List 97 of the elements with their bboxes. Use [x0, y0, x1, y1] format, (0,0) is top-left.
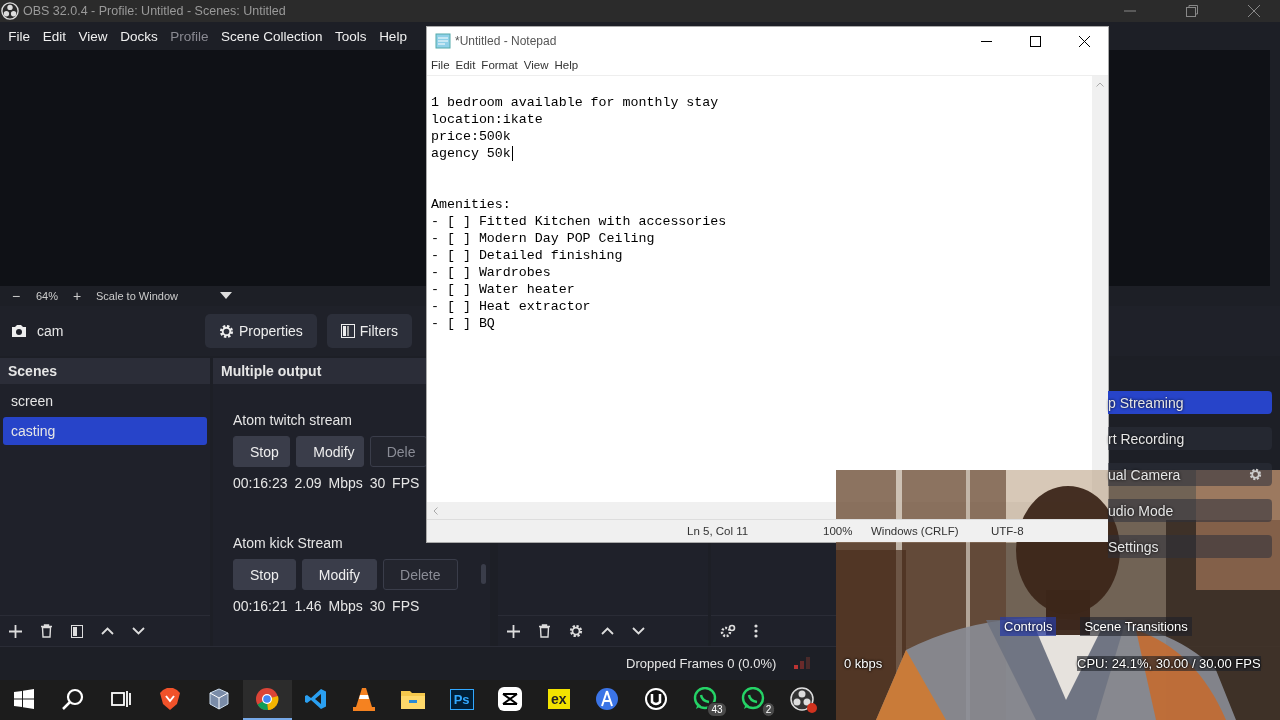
control-button[interactable]: rt Recording — [1108, 427, 1272, 450]
zoom-in-button[interactable]: + — [70, 288, 85, 304]
text-line: price:500k — [431, 128, 511, 145]
notepad-icon — [435, 33, 451, 49]
scrollbar[interactable] — [1092, 76, 1108, 502]
menu-item[interactable]: Docks — [113, 28, 164, 44]
text-line: - [ ] BQ — [431, 315, 495, 332]
output-stats: 00:16:23 2.09 Mbps 30 FPS — [233, 475, 421, 491]
taskbar-app[interactable]: ex — [534, 680, 584, 720]
taskbar-app[interactable]: 2 — [728, 680, 778, 720]
text-line: 1 bedroom available for monthly stay — [431, 94, 719, 111]
window-title: OBS 32.0.4 - Profile: Untitled - Scenes: Untitled — [23, 4, 286, 18]
scrollbar[interactable] — [481, 564, 486, 584]
menu-item[interactable]: Edit — [36, 28, 73, 44]
zoom-level: 64% — [36, 290, 59, 302]
task-view-icon — [111, 690, 132, 708]
menu-item[interactable]: Tools — [328, 28, 373, 44]
bitrate: 0 kbps — [844, 655, 884, 671]
filters-button[interactable]: Filters — [326, 314, 412, 348]
code-editor-icon — [304, 688, 327, 710]
text-line: - [ ] Water heater — [431, 281, 575, 298]
menu-item[interactable]: View — [72, 28, 114, 44]
window-title: *Untitled - Notepad — [455, 34, 557, 48]
menu-item[interactable]: Help — [554, 59, 579, 71]
menu-item[interactable]: File — [2, 28, 37, 44]
text-line: - [ ] Wardrobes — [431, 264, 551, 281]
app-icon: Ps — [449, 688, 474, 710]
trash-icon[interactable] — [538, 624, 551, 638]
shield-icon — [160, 688, 181, 710]
dock-tab[interactable]: Controls — [1000, 617, 1057, 636]
dropped-frames: Dropped Frames 0 (0.0%) — [626, 655, 786, 671]
control-button[interactable]: p Streaming — [1108, 391, 1272, 414]
text-line: - [ ] Modern Day POP Ceiling — [431, 230, 655, 247]
chat-icon — [741, 687, 766, 711]
properties-button[interactable]: Properties — [205, 314, 317, 348]
restore-icon[interactable] — [1186, 5, 1198, 17]
app-logo-icon — [1, 2, 19, 20]
text-line: - [ ] Detailed finishing — [431, 247, 623, 264]
compass-icon — [595, 687, 620, 711]
output-stats: 00:16:21 1.46 Mbps 30 FPS — [233, 598, 421, 614]
notification-badge: 2 — [761, 702, 776, 717]
text-line: Amenities: — [431, 196, 511, 213]
browser-icon — [255, 687, 280, 711]
text-line: - [ ] Heat extractor — [431, 298, 591, 315]
signal-icon — [794, 657, 810, 669]
menu-item[interactable]: Help — [372, 28, 414, 44]
unreal-icon — [644, 687, 668, 711]
filter-icon[interactable] — [71, 624, 83, 638]
traffic-cone-icon — [353, 687, 376, 711]
menu-item[interactable]: Format — [481, 59, 518, 71]
app-icon: ex — [548, 689, 570, 709]
caret-icon[interactable] — [219, 292, 232, 300]
zoom-out-button[interactable]: − — [9, 288, 23, 304]
scene-item[interactable]: casting — [3, 417, 207, 445]
more-icon[interactable] — [754, 624, 758, 638]
menu-item[interactable]: Edit — [455, 59, 476, 71]
trash-icon[interactable] — [40, 624, 53, 638]
app-logo-icon — [789, 687, 814, 711]
output-button[interactable]: Stop — [233, 436, 291, 467]
menu-item[interactable]: File — [431, 59, 450, 71]
down-icon[interactable] — [132, 627, 145, 635]
taskbar-app[interactable] — [242, 680, 292, 720]
menu-item[interactable]: Scene Collection — [214, 28, 329, 44]
maximize-icon[interactable] — [1030, 35, 1041, 47]
control-button[interactable]: ual Camera — [1108, 463, 1272, 486]
gears-icon[interactable] — [720, 624, 736, 638]
close-icon[interactable] — [1079, 35, 1090, 47]
gear-icon[interactable] — [1249, 468, 1262, 481]
windows-icon — [14, 689, 35, 709]
taskbar-app[interactable]: Ps — [437, 680, 486, 720]
output-button[interactable]: Stop — [233, 559, 296, 590]
search-icon — [61, 688, 84, 710]
add-icon[interactable] — [9, 624, 22, 638]
filter-icon — [340, 324, 355, 338]
gear-icon[interactable] — [569, 624, 583, 638]
source-name: cam — [37, 323, 65, 339]
output-button[interactable]: Modify — [301, 559, 378, 590]
output-button[interactable]: Modify — [296, 436, 364, 467]
text-line: agency 50k — [431, 145, 511, 162]
add-icon[interactable] — [507, 624, 520, 638]
cube-icon — [208, 688, 229, 710]
camera-icon — [11, 324, 27, 338]
notification-badge: 43 — [707, 702, 727, 717]
taskbar-app[interactable]: 43 — [680, 680, 729, 720]
menu-item[interactable]: View — [523, 59, 549, 71]
output-name: Atom twitch stream — [233, 412, 354, 428]
down-icon[interactable] — [632, 627, 645, 635]
recording-dot-icon — [806, 703, 817, 713]
control-button[interactable]: udio Mode — [1108, 499, 1272, 522]
text-line: - [ ] Fitted Kitchen with accessories — [431, 213, 727, 230]
scale-dropdown[interactable]: Scale to Window — [96, 290, 178, 302]
output-name: Atom kick Stream — [233, 535, 344, 551]
panel-title: Scenes — [0, 358, 210, 384]
folder-icon — [401, 689, 426, 709]
scene-item[interactable]: screen — [3, 387, 207, 415]
text-line: location:ikate — [431, 111, 543, 128]
gear-icon — [219, 323, 234, 339]
